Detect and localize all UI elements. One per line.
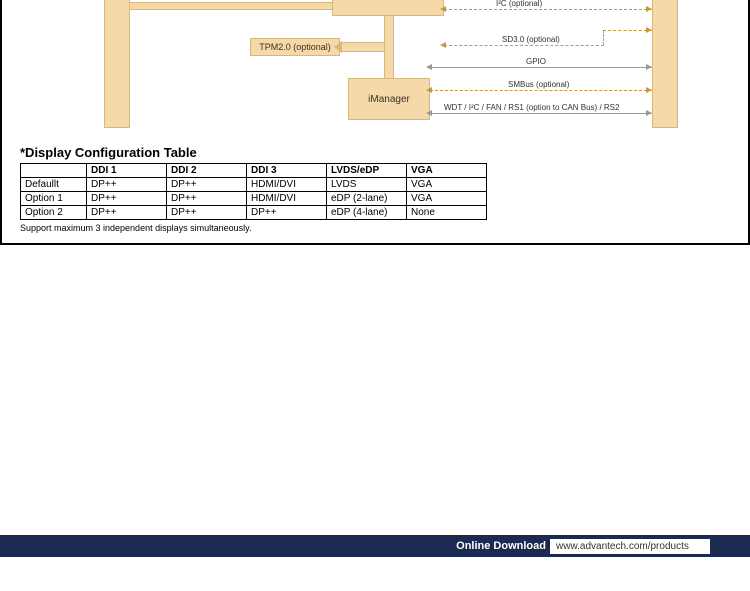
sd30-vline xyxy=(603,30,604,45)
sd30-label: SD3.0 (optional) xyxy=(502,35,560,44)
sd30-bus-line xyxy=(444,45,604,46)
sd30-bus-line2 xyxy=(603,30,652,31)
table-footnote: Support maximum 3 independent displays s… xyxy=(20,223,748,233)
table-header-col5: VGA xyxy=(407,164,487,178)
table-cell: DP++ xyxy=(87,192,167,206)
wdt-arrow-l xyxy=(426,110,432,116)
table-cell: HDMI/DVI xyxy=(247,192,327,206)
i2c-bus-line xyxy=(444,9,652,10)
smbus-bus-line xyxy=(430,90,652,91)
vconnector xyxy=(384,16,394,78)
wdt-label: WDT / I²C / FAN / RS1 (option to CAN Bus… xyxy=(444,103,619,112)
top-hconnector xyxy=(130,2,332,10)
table-cell: eDP (2-lane) xyxy=(327,192,407,206)
table-cell: DP++ xyxy=(167,178,247,192)
table-header-col4: LVDS/eDP xyxy=(327,164,407,178)
i2c-label: I²C (optional) xyxy=(496,0,542,8)
right-connector-block xyxy=(652,0,678,128)
table-cell: Option 1 xyxy=(21,192,87,206)
gpio-label: GPIO xyxy=(526,57,546,66)
imanager-block: iManager xyxy=(348,78,430,120)
table-cell: LVDS xyxy=(327,178,407,192)
left-chip-block xyxy=(104,0,130,128)
footer-download-label: Online Download xyxy=(456,540,550,552)
gpio-arrow-l xyxy=(426,64,432,70)
smbus-arrow-l xyxy=(426,87,432,93)
gpio-arrow-r xyxy=(646,64,652,70)
sd30-arrow-r xyxy=(646,27,652,33)
table-cell: Defaullt xyxy=(21,178,87,192)
table-row: DefaulltDP++DP++HDMI/DVILVDSVGA xyxy=(21,178,487,192)
gpio-bus-line xyxy=(430,67,652,68)
i2c-arrow-r xyxy=(646,6,652,12)
table-header-col3: DDI 3 xyxy=(247,164,327,178)
table-cell: Option 2 xyxy=(21,206,87,220)
table-cell: VGA xyxy=(407,178,487,192)
wdt-bus-line xyxy=(430,113,652,114)
tpm-connector xyxy=(340,42,384,52)
page-container: TPM2.0 (optional) iManager I²C (optional… xyxy=(0,0,750,245)
smbus-arrow-r xyxy=(646,87,652,93)
table-cell: None xyxy=(407,206,487,220)
table-cell: HDMI/DVI xyxy=(247,178,327,192)
table-header-col1: DDI 1 xyxy=(87,164,167,178)
sd30-arrow-l xyxy=(440,42,446,48)
bottom-whitespace xyxy=(0,245,750,535)
wdt-arrow-r xyxy=(646,110,652,116)
footer-url[interactable]: www.advantech.com/products xyxy=(550,539,710,554)
table-cell: DP++ xyxy=(247,206,327,220)
table-cell: eDP (4-lane) xyxy=(327,206,407,220)
table-cell: VGA xyxy=(407,192,487,206)
table-title: *Display Configuration Table xyxy=(20,145,748,160)
i2c-arrow-l xyxy=(440,6,446,12)
table-row: Option 2DP++DP++DP++eDP (4-lane)None xyxy=(21,206,487,220)
display-config-table: DDI 1DDI 2DDI 3LVDS/eDPVGA DefaulltDP++D… xyxy=(20,163,487,220)
top-chip-block xyxy=(332,0,444,16)
table-row: Option 1DP++DP++HDMI/DVIeDP (2-lane)VGA xyxy=(21,192,487,206)
table-header-col2: DDI 2 xyxy=(167,164,247,178)
table-cell: DP++ xyxy=(87,206,167,220)
block-diagram: TPM2.0 (optional) iManager I²C (optional… xyxy=(2,0,748,135)
table-header-col0 xyxy=(21,164,87,178)
smbus-label: SMBus (optional) xyxy=(508,80,569,89)
tpm-block: TPM2.0 (optional) xyxy=(250,38,340,56)
tpm-arrow-left xyxy=(334,41,342,53)
table-cell: DP++ xyxy=(167,192,247,206)
footer-bar: Online Download www.advantech.com/produc… xyxy=(0,535,750,557)
table-cell: DP++ xyxy=(87,178,167,192)
table-cell: DP++ xyxy=(167,206,247,220)
